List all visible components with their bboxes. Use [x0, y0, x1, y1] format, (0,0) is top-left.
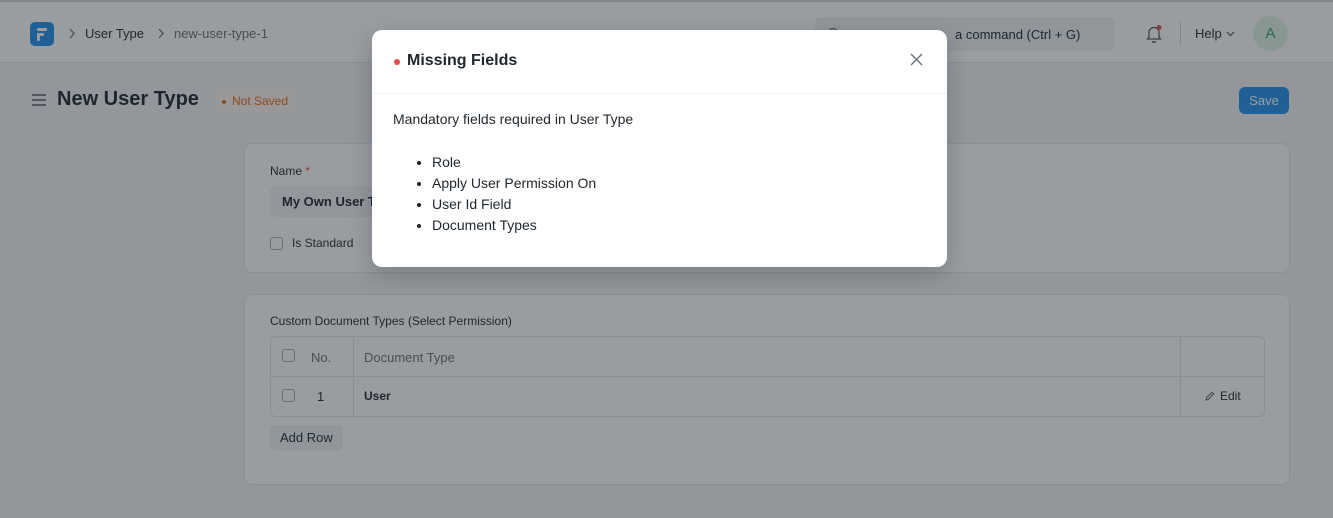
missing-fields-list: Role Apply User Permission On User Id Fi… — [432, 152, 596, 236]
modal-message: Mandatory fields required in User Type — [393, 111, 634, 127]
modal-title: Missing Fields — [407, 52, 518, 69]
indicator-dot — [394, 59, 400, 65]
modal-header: Missing Fields — [372, 30, 947, 94]
missing-fields-dialog: Missing Fields Mandatory fields required… — [372, 30, 947, 267]
list-item: User Id Field — [432, 194, 596, 215]
close-icon[interactable] — [910, 53, 923, 66]
list-item: Role — [432, 152, 596, 173]
list-item: Apply User Permission On — [432, 173, 596, 194]
list-item: Document Types — [432, 215, 596, 236]
